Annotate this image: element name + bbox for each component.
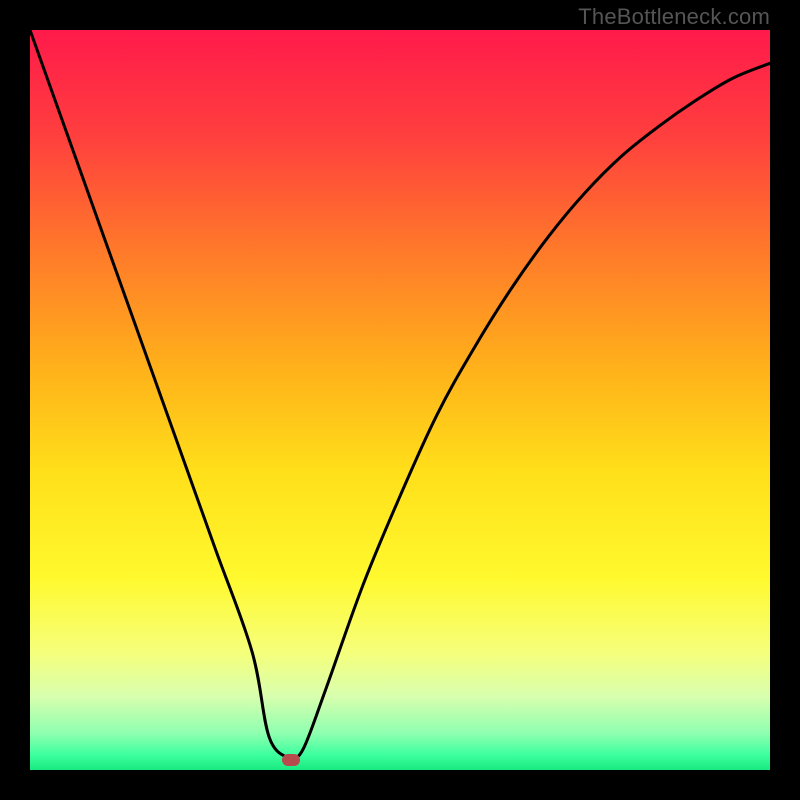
plot-area [30, 30, 770, 770]
optimum-marker [282, 754, 300, 766]
watermark-text: TheBottleneck.com [578, 4, 770, 30]
curve-path [30, 30, 770, 761]
bottleneck-curve [30, 30, 770, 770]
chart-frame: TheBottleneck.com [0, 0, 800, 800]
